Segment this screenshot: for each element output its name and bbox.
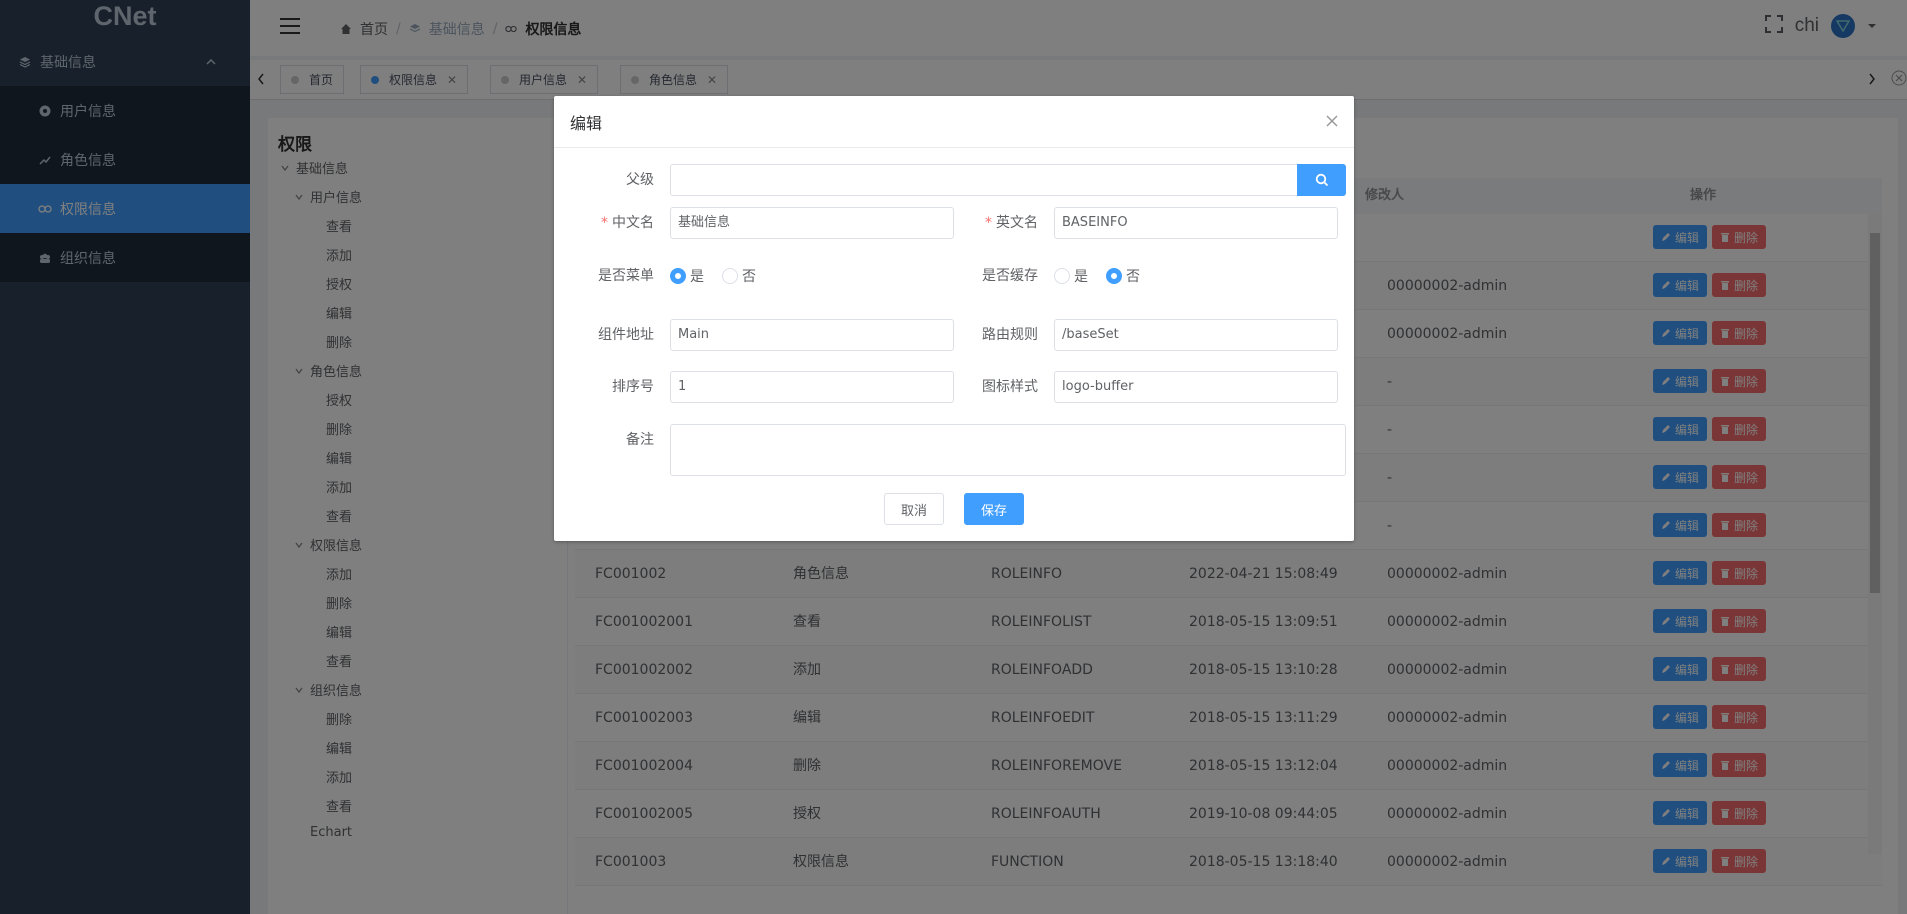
route-input[interactable]: /baseSet [1054, 319, 1338, 351]
radio-label: 否 [742, 269, 756, 285]
is-cache-no[interactable]: 否 [1106, 266, 1140, 286]
required-mark: * [985, 215, 992, 231]
parent-input[interactable] [670, 164, 1298, 196]
radio-label: 是 [690, 269, 704, 285]
en-name-label: * 英文名 [938, 207, 1038, 239]
is-cache-label: 是否缓存 [982, 268, 1038, 284]
is-menu-label: 是否菜单 [598, 268, 654, 284]
order-label: 排序号 [612, 379, 654, 395]
search-icon [1315, 173, 1328, 187]
edit-dialog: 编辑 父级 * 中文名 基础信息 * 英文名 BASEINFO 是否菜单 是 否 是… [554, 96, 1354, 541]
parent-label: 父级 [626, 172, 654, 188]
radio-label: 是 [1074, 269, 1088, 285]
radio-unchecked[interactable] [722, 268, 738, 284]
radio-checked[interactable] [670, 268, 686, 284]
cn-name-label-text: 中文名 [612, 215, 654, 231]
is-menu-no[interactable]: 否 [722, 266, 756, 286]
cn-name-label: * 中文名 [554, 207, 654, 239]
dialog-header: 编辑 [554, 96, 1354, 148]
order-input[interactable]: 1 [670, 371, 954, 403]
route-label: 路由规则 [982, 327, 1038, 343]
radio-checked[interactable] [1106, 268, 1122, 284]
en-name-input[interactable]: BASEINFO [1054, 207, 1338, 239]
is-cache-yes[interactable]: 是 [1054, 266, 1088, 286]
component-input[interactable]: Main [670, 319, 954, 351]
close-icon[interactable] [1324, 113, 1340, 129]
cancel-button[interactable]: 取消 [884, 493, 944, 525]
is-menu-yes[interactable]: 是 [670, 266, 704, 286]
cn-name-input[interactable]: 基础信息 [670, 207, 954, 239]
is-cache-radio-group: 是 否 [1054, 260, 1152, 292]
component-label: 组件地址 [598, 327, 654, 343]
radio-label: 否 [1126, 269, 1140, 285]
remark-label: 备注 [626, 432, 654, 448]
remark-textarea[interactable] [670, 424, 1346, 476]
icon-style-input[interactable]: logo-buffer [1054, 371, 1338, 403]
icon-style-label: 图标样式 [982, 379, 1038, 395]
radio-unchecked[interactable] [1054, 268, 1070, 284]
save-button[interactable]: 保存 [964, 493, 1024, 525]
required-mark: * [601, 215, 608, 231]
en-name-label-text: 英文名 [996, 215, 1038, 231]
is-menu-radio-group: 是 否 [670, 260, 768, 292]
dialog-title: 编辑 [570, 113, 603, 133]
parent-search-button[interactable] [1297, 164, 1346, 196]
